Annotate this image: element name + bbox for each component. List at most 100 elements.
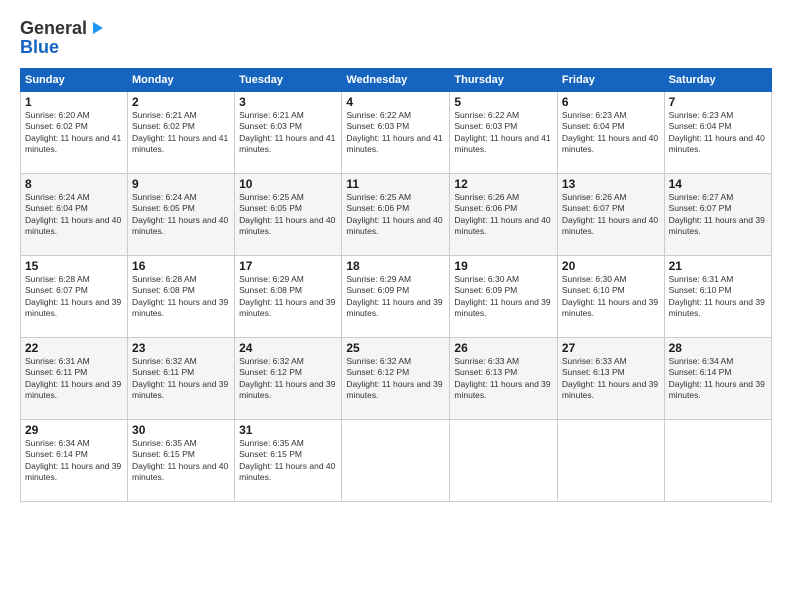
- day-number: 23: [132, 341, 230, 355]
- col-header-friday: Friday: [557, 69, 664, 92]
- day-detail: Sunrise: 6:22 AMSunset: 6:03 PMDaylight:…: [454, 110, 550, 154]
- day-detail: Sunrise: 6:31 AMSunset: 6:11 PMDaylight:…: [25, 356, 121, 400]
- calendar-header-row: SundayMondayTuesdayWednesdayThursdayFrid…: [21, 69, 772, 92]
- week-row-2: 8 Sunrise: 6:24 AMSunset: 6:04 PMDayligh…: [21, 174, 772, 256]
- col-header-saturday: Saturday: [664, 69, 771, 92]
- day-number: 3: [239, 95, 337, 109]
- calendar-cell: 17 Sunrise: 6:29 AMSunset: 6:08 PMDaylig…: [235, 256, 342, 338]
- day-number: 16: [132, 259, 230, 273]
- day-number: 17: [239, 259, 337, 273]
- day-number: 30: [132, 423, 230, 437]
- day-detail: Sunrise: 6:28 AMSunset: 6:07 PMDaylight:…: [25, 274, 121, 318]
- calendar-cell: 26 Sunrise: 6:33 AMSunset: 6:13 PMDaylig…: [450, 338, 558, 420]
- day-number: 27: [562, 341, 660, 355]
- calendar-cell: 30 Sunrise: 6:35 AMSunset: 6:15 PMDaylig…: [128, 420, 235, 502]
- day-detail: Sunrise: 6:32 AMSunset: 6:12 PMDaylight:…: [346, 356, 442, 400]
- calendar-cell: [342, 420, 450, 502]
- calendar-cell: [557, 420, 664, 502]
- day-detail: Sunrise: 6:27 AMSunset: 6:07 PMDaylight:…: [669, 192, 765, 236]
- header: General Blue: [20, 18, 772, 58]
- day-detail: Sunrise: 6:20 AMSunset: 6:02 PMDaylight:…: [25, 110, 121, 154]
- calendar-cell: 20 Sunrise: 6:30 AMSunset: 6:10 PMDaylig…: [557, 256, 664, 338]
- day-number: 22: [25, 341, 123, 355]
- calendar-cell: 1 Sunrise: 6:20 AMSunset: 6:02 PMDayligh…: [21, 92, 128, 174]
- day-detail: Sunrise: 6:23 AMSunset: 6:04 PMDaylight:…: [669, 110, 765, 154]
- day-number: 1: [25, 95, 123, 109]
- day-number: 9: [132, 177, 230, 191]
- calendar-cell: 24 Sunrise: 6:32 AMSunset: 6:12 PMDaylig…: [235, 338, 342, 420]
- calendar-cell: 21 Sunrise: 6:31 AMSunset: 6:10 PMDaylig…: [664, 256, 771, 338]
- day-detail: Sunrise: 6:22 AMSunset: 6:03 PMDaylight:…: [346, 110, 442, 154]
- day-detail: Sunrise: 6:30 AMSunset: 6:10 PMDaylight:…: [562, 274, 658, 318]
- day-number: 6: [562, 95, 660, 109]
- day-detail: Sunrise: 6:34 AMSunset: 6:14 PMDaylight:…: [669, 356, 765, 400]
- calendar-cell: [664, 420, 771, 502]
- calendar-cell: 27 Sunrise: 6:33 AMSunset: 6:13 PMDaylig…: [557, 338, 664, 420]
- day-number: 19: [454, 259, 553, 273]
- day-number: 2: [132, 95, 230, 109]
- col-header-tuesday: Tuesday: [235, 69, 342, 92]
- day-number: 12: [454, 177, 553, 191]
- day-detail: Sunrise: 6:28 AMSunset: 6:08 PMDaylight:…: [132, 274, 228, 318]
- page: General Blue SundayMondayTuesdayWednesda…: [0, 0, 792, 612]
- day-number: 11: [346, 177, 445, 191]
- calendar-cell: 25 Sunrise: 6:32 AMSunset: 6:12 PMDaylig…: [342, 338, 450, 420]
- day-number: 28: [669, 341, 767, 355]
- day-detail: Sunrise: 6:26 AMSunset: 6:06 PMDaylight:…: [454, 192, 550, 236]
- calendar-cell: 8 Sunrise: 6:24 AMSunset: 6:04 PMDayligh…: [21, 174, 128, 256]
- col-header-monday: Monday: [128, 69, 235, 92]
- day-number: 14: [669, 177, 767, 191]
- day-number: 5: [454, 95, 553, 109]
- calendar-cell: 16 Sunrise: 6:28 AMSunset: 6:08 PMDaylig…: [128, 256, 235, 338]
- day-number: 13: [562, 177, 660, 191]
- day-detail: Sunrise: 6:32 AMSunset: 6:11 PMDaylight:…: [132, 356, 228, 400]
- day-detail: Sunrise: 6:25 AMSunset: 6:05 PMDaylight:…: [239, 192, 335, 236]
- calendar-cell: 11 Sunrise: 6:25 AMSunset: 6:06 PMDaylig…: [342, 174, 450, 256]
- day-detail: Sunrise: 6:35 AMSunset: 6:15 PMDaylight:…: [239, 438, 335, 482]
- calendar-cell: 2 Sunrise: 6:21 AMSunset: 6:02 PMDayligh…: [128, 92, 235, 174]
- calendar-cell: 19 Sunrise: 6:30 AMSunset: 6:09 PMDaylig…: [450, 256, 558, 338]
- logo: General Blue: [20, 18, 105, 58]
- week-row-3: 15 Sunrise: 6:28 AMSunset: 6:07 PMDaylig…: [21, 256, 772, 338]
- day-detail: Sunrise: 6:32 AMSunset: 6:12 PMDaylight:…: [239, 356, 335, 400]
- calendar-cell: 6 Sunrise: 6:23 AMSunset: 6:04 PMDayligh…: [557, 92, 664, 174]
- day-detail: Sunrise: 6:35 AMSunset: 6:15 PMDaylight:…: [132, 438, 228, 482]
- calendar-cell: 22 Sunrise: 6:31 AMSunset: 6:11 PMDaylig…: [21, 338, 128, 420]
- day-number: 21: [669, 259, 767, 273]
- day-number: 24: [239, 341, 337, 355]
- day-detail: Sunrise: 6:23 AMSunset: 6:04 PMDaylight:…: [562, 110, 658, 154]
- calendar-cell: 14 Sunrise: 6:27 AMSunset: 6:07 PMDaylig…: [664, 174, 771, 256]
- day-detail: Sunrise: 6:24 AMSunset: 6:05 PMDaylight:…: [132, 192, 228, 236]
- calendar-cell: 3 Sunrise: 6:21 AMSunset: 6:03 PMDayligh…: [235, 92, 342, 174]
- col-header-thursday: Thursday: [450, 69, 558, 92]
- day-number: 8: [25, 177, 123, 191]
- week-row-5: 29 Sunrise: 6:34 AMSunset: 6:14 PMDaylig…: [21, 420, 772, 502]
- day-number: 20: [562, 259, 660, 273]
- day-number: 26: [454, 341, 553, 355]
- col-header-wednesday: Wednesday: [342, 69, 450, 92]
- col-header-sunday: Sunday: [21, 69, 128, 92]
- day-detail: Sunrise: 6:25 AMSunset: 6:06 PMDaylight:…: [346, 192, 442, 236]
- logo-general-text: General: [20, 18, 87, 39]
- logo-blue-text: Blue: [20, 37, 59, 58]
- calendar-cell: 28 Sunrise: 6:34 AMSunset: 6:14 PMDaylig…: [664, 338, 771, 420]
- day-detail: Sunrise: 6:31 AMSunset: 6:10 PMDaylight:…: [669, 274, 765, 318]
- calendar-cell: 12 Sunrise: 6:26 AMSunset: 6:06 PMDaylig…: [450, 174, 558, 256]
- day-number: 4: [346, 95, 445, 109]
- day-number: 15: [25, 259, 123, 273]
- day-detail: Sunrise: 6:34 AMSunset: 6:14 PMDaylight:…: [25, 438, 121, 482]
- day-detail: Sunrise: 6:24 AMSunset: 6:04 PMDaylight:…: [25, 192, 121, 236]
- week-row-4: 22 Sunrise: 6:31 AMSunset: 6:11 PMDaylig…: [21, 338, 772, 420]
- day-detail: Sunrise: 6:29 AMSunset: 6:09 PMDaylight:…: [346, 274, 442, 318]
- day-number: 18: [346, 259, 445, 273]
- day-number: 29: [25, 423, 123, 437]
- calendar-table: SundayMondayTuesdayWednesdayThursdayFrid…: [20, 68, 772, 502]
- calendar-cell: 5 Sunrise: 6:22 AMSunset: 6:03 PMDayligh…: [450, 92, 558, 174]
- calendar-cell: 29 Sunrise: 6:34 AMSunset: 6:14 PMDaylig…: [21, 420, 128, 502]
- day-detail: Sunrise: 6:21 AMSunset: 6:03 PMDaylight:…: [239, 110, 335, 154]
- calendar-cell: 31 Sunrise: 6:35 AMSunset: 6:15 PMDaylig…: [235, 420, 342, 502]
- day-detail: Sunrise: 6:21 AMSunset: 6:02 PMDaylight:…: [132, 110, 228, 154]
- day-number: 31: [239, 423, 337, 437]
- day-detail: Sunrise: 6:29 AMSunset: 6:08 PMDaylight:…: [239, 274, 335, 318]
- day-detail: Sunrise: 6:26 AMSunset: 6:07 PMDaylight:…: [562, 192, 658, 236]
